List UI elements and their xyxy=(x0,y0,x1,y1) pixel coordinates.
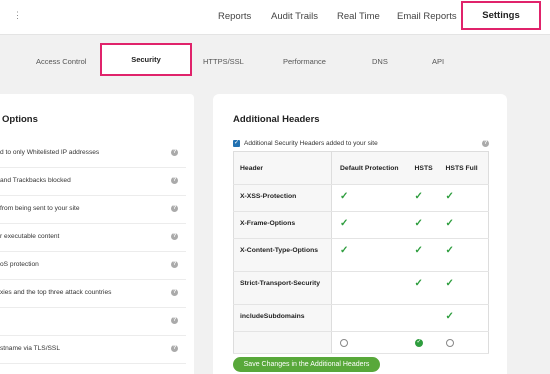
hsts-full-radio[interactable] xyxy=(445,339,454,347)
cell-default: ✓ xyxy=(331,184,410,212)
tab-dns[interactable]: DNS xyxy=(372,57,388,66)
additional-headers-checkbox[interactable]: ✓ xyxy=(233,140,240,147)
cell-hsts-full: ✓ xyxy=(440,211,489,239)
check-icon: ✓ xyxy=(414,245,423,256)
col-header: Header xyxy=(233,151,332,185)
help-icon[interactable]: ? xyxy=(171,289,178,296)
option-row: d to only Whitelisted IP addresses ? xyxy=(0,140,186,168)
cell-hsts: ✓ xyxy=(409,184,441,212)
option-label: xies and the top three attack countries xyxy=(0,289,112,296)
check-icon: ✓ xyxy=(340,218,349,229)
option-label: oS protection xyxy=(0,261,39,268)
nav-real-time[interactable]: Real Time xyxy=(337,11,380,22)
check-icon: ✓ xyxy=(340,191,349,202)
hsts-radio[interactable] xyxy=(414,338,423,347)
cell-hsts-full xyxy=(440,331,489,354)
cell-hsts-full: ✓ xyxy=(440,304,489,332)
cell-default: ✓ xyxy=(331,238,410,272)
tab-api[interactable]: API xyxy=(432,57,444,66)
cell-hsts xyxy=(409,304,441,332)
table-header-row: Header Default Protection HSTS HSTS Full xyxy=(233,151,489,185)
check-icon: ✓ xyxy=(445,218,454,229)
nav-email-reports[interactable]: Email Reports xyxy=(397,11,457,22)
cell-hsts: ✓ xyxy=(409,238,441,272)
option-label: d to only Whitelisted IP addresses xyxy=(0,149,100,156)
header-name: includeSubdomains xyxy=(233,304,332,332)
cell-default: ✓ xyxy=(331,211,410,239)
default-protection-radio[interactable] xyxy=(340,339,348,347)
option-row: xies and the top three attack countries … xyxy=(0,280,186,308)
option-row: r executable content ? xyxy=(0,224,186,252)
help-icon[interactable]: ? xyxy=(171,261,178,268)
col-default-protection: Default Protection xyxy=(331,151,410,185)
option-row: stname via TLS/SSL ? xyxy=(0,336,186,364)
check-icon: ✓ xyxy=(445,311,454,322)
headers-table: Header Default Protection HSTS HSTS Full… xyxy=(233,151,489,354)
cell-hsts-full: ✓ xyxy=(440,184,489,212)
table-row: includeSubdomains ✓ xyxy=(233,304,489,332)
menu-dots-icon[interactable]: ⋮ xyxy=(13,10,22,21)
additional-headers-title: Additional Headers xyxy=(233,114,320,125)
nav-audit-trails[interactable]: Audit Trails xyxy=(271,11,318,22)
table-row: X-Content-Type-Options ✓ ✓ ✓ xyxy=(233,238,489,272)
check-icon: ✓ xyxy=(445,191,454,202)
save-additional-headers-button[interactable]: Save Changes in the Additional Headers xyxy=(233,357,380,372)
help-icon[interactable]: ? xyxy=(171,317,178,324)
option-label: and Trackbacks blocked xyxy=(0,177,71,184)
option-label: stname via TLS/SSL xyxy=(0,345,60,352)
check-icon: ✓ xyxy=(414,218,423,229)
check-icon: ✓ xyxy=(445,278,454,289)
help-icon[interactable]: ? xyxy=(171,149,178,156)
table-row: X-XSS-Protection ✓ ✓ ✓ xyxy=(233,184,489,212)
settings-sub-nav: Access Control Security HTTPS/SSL Perfor… xyxy=(0,36,550,80)
cell-default xyxy=(331,271,410,305)
cell-default xyxy=(331,331,410,354)
selection-row xyxy=(233,331,489,354)
cell-default xyxy=(331,304,410,332)
option-label: r executable content xyxy=(0,233,60,240)
help-icon[interactable]: ? xyxy=(171,233,178,240)
cell-hsts-full: ✓ xyxy=(440,238,489,272)
option-label: from being sent to your site xyxy=(0,205,80,212)
security-options-card: Options d to only Whitelisted IP address… xyxy=(0,94,194,374)
check-icon: ✓ xyxy=(340,245,349,256)
table-row: Strict-Transport-Security ✓ ✓ xyxy=(233,271,489,305)
header-name: Strict-Transport-Security xyxy=(233,271,332,305)
col-hsts: HSTS xyxy=(409,151,441,185)
header-name: X-XSS-Protection xyxy=(233,184,332,212)
header-name: X-Content-Type-Options xyxy=(233,238,332,272)
cell-hsts xyxy=(409,331,441,354)
option-row: and Trackbacks blocked ? xyxy=(0,168,186,196)
checkbox-label: Additional Security Headers added to you… xyxy=(244,140,378,147)
cell-hsts: ✓ xyxy=(409,211,441,239)
selection-row-label xyxy=(233,331,332,354)
tab-https-ssl[interactable]: HTTPS/SSL xyxy=(203,57,244,66)
option-row: oS protection ? xyxy=(0,252,186,280)
cell-hsts: ✓ xyxy=(409,271,441,305)
option-row: from being sent to your site ? xyxy=(0,196,186,224)
check-icon: ✓ xyxy=(414,278,423,289)
options-title: Options xyxy=(2,114,38,125)
option-row: ? xyxy=(0,308,186,336)
tab-security[interactable]: Security xyxy=(100,43,192,76)
check-icon: ✓ xyxy=(414,191,423,202)
check-icon: ✓ xyxy=(445,245,454,256)
help-icon[interactable]: ? xyxy=(171,177,178,184)
top-bar: ⋮ Reports Audit Trails Real Time Email R… xyxy=(0,0,550,35)
col-hsts-full: HSTS Full xyxy=(440,151,489,185)
help-icon[interactable]: ? xyxy=(171,205,178,212)
nav-reports[interactable]: Reports xyxy=(218,11,251,22)
table-row: X-Frame-Options ✓ ✓ ✓ xyxy=(233,211,489,239)
tab-performance[interactable]: Performance xyxy=(283,57,326,66)
additional-headers-card: Additional Headers ✓ Additional Security… xyxy=(213,94,507,374)
nav-settings[interactable]: Settings xyxy=(461,1,541,30)
additional-headers-toggle: ✓ Additional Security Headers added to y… xyxy=(233,140,489,150)
cell-hsts-full: ✓ xyxy=(440,271,489,305)
tab-access-control[interactable]: Access Control xyxy=(36,57,86,66)
help-icon[interactable]: ? xyxy=(482,140,489,147)
header-name: X-Frame-Options xyxy=(233,211,332,239)
help-icon[interactable]: ? xyxy=(171,345,178,352)
